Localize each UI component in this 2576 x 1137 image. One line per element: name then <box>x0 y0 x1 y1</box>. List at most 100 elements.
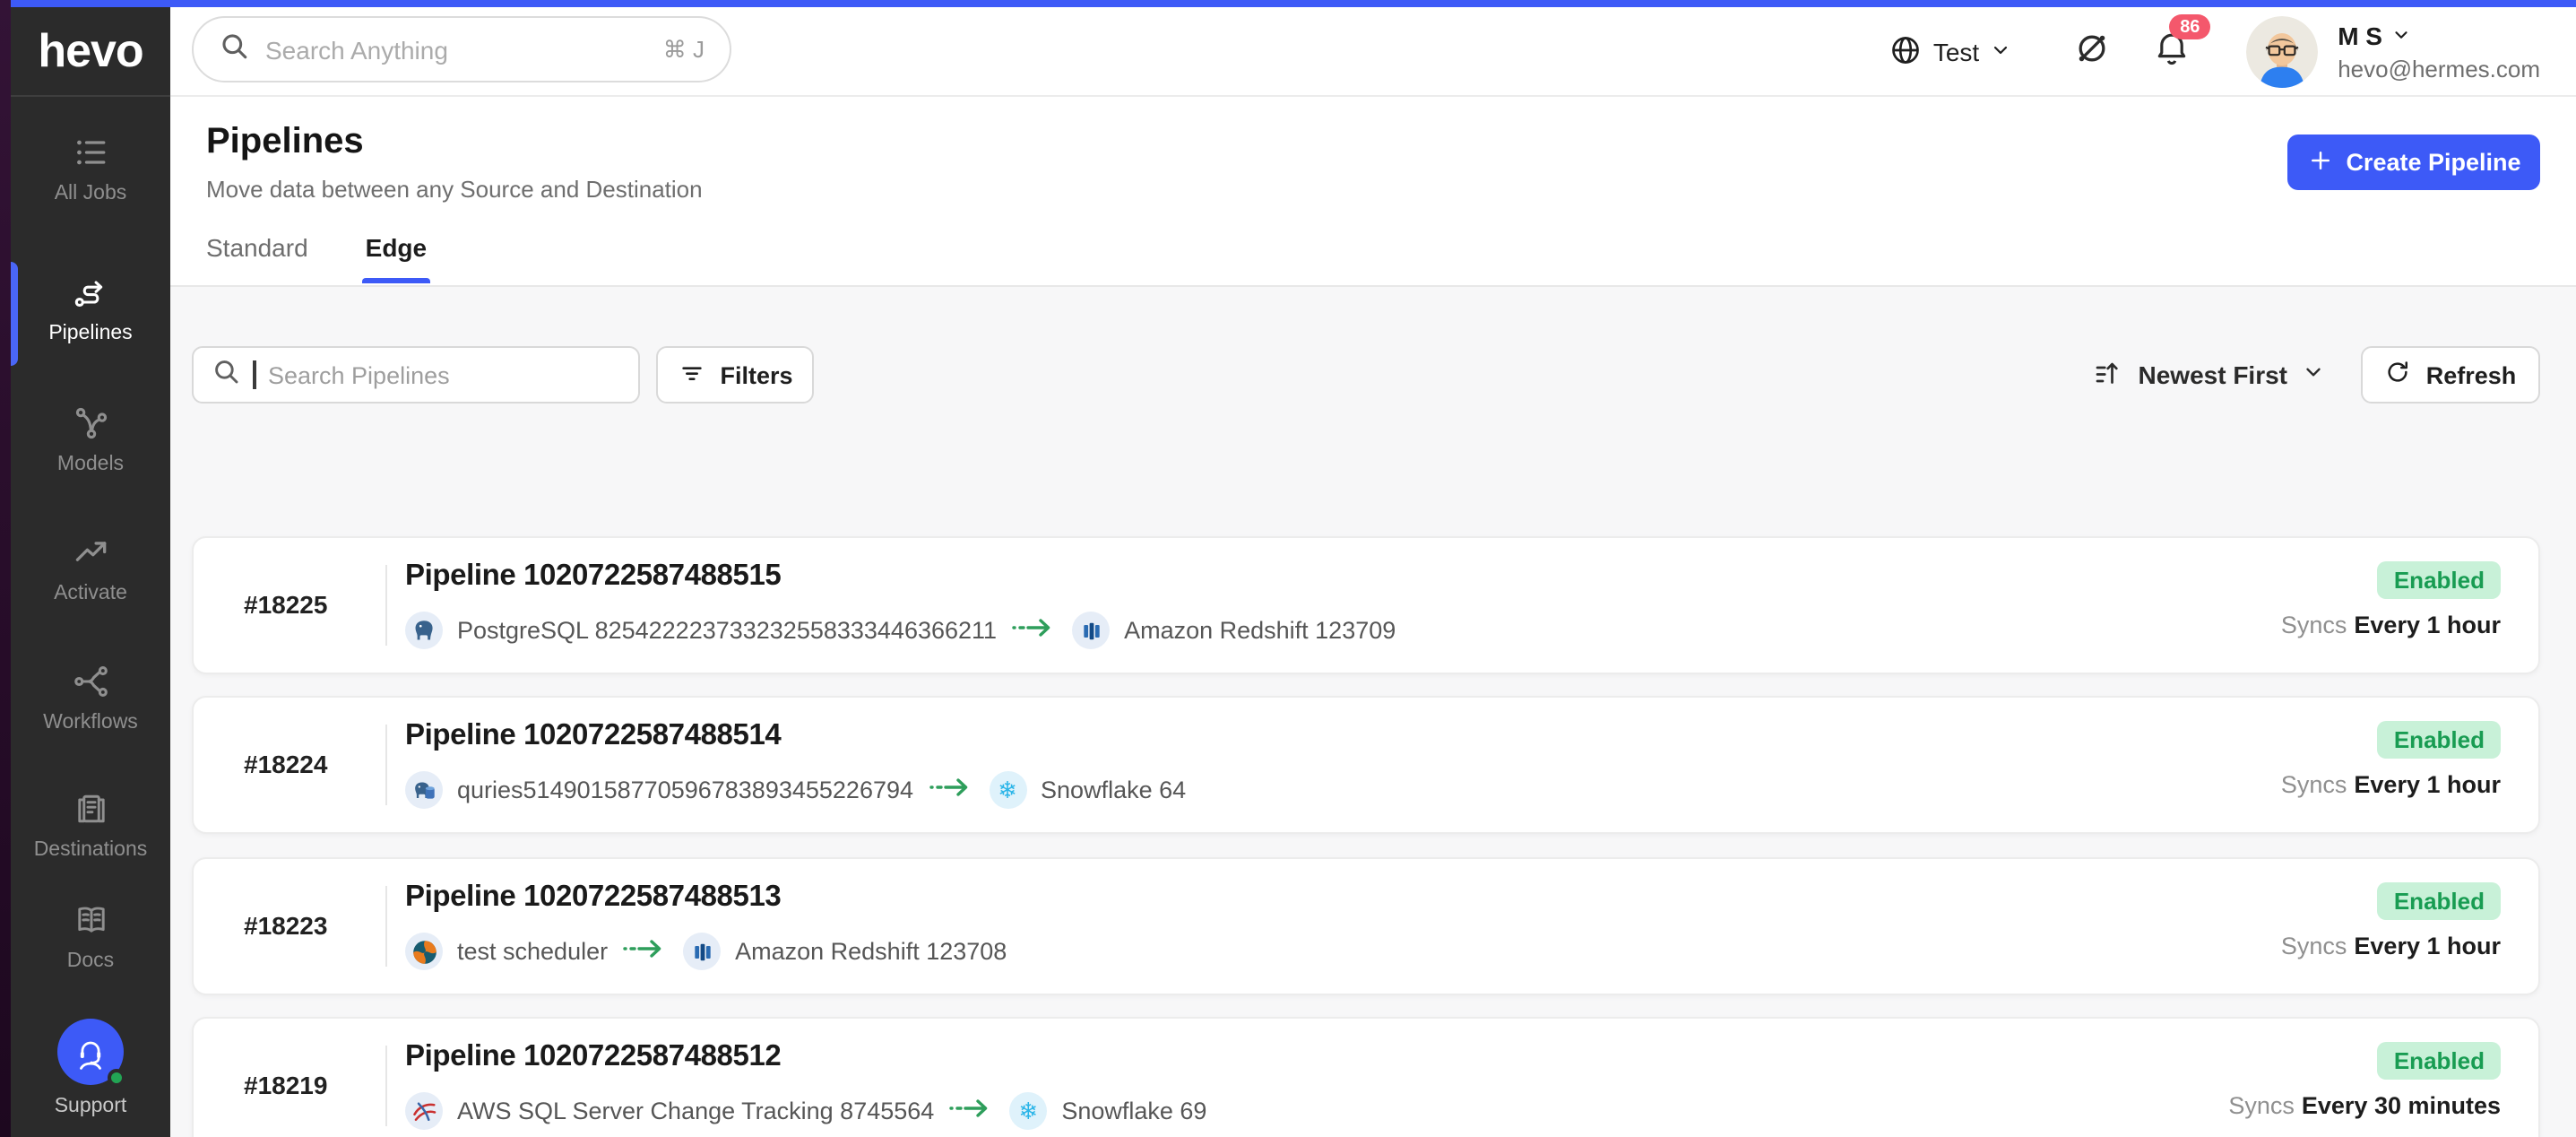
sidebar-item-label: Destinations <box>34 839 148 861</box>
pipeline-type-tabs: Standard Edge <box>206 233 427 283</box>
hevo-logo-text: hevo <box>38 23 143 79</box>
sync-frequency: SyncsEvery 30 minutes <box>2228 1092 2501 1119</box>
sidebar-item-all-jobs[interactable]: All Jobs <box>11 133 170 204</box>
tab-edge[interactable]: Edge <box>366 233 427 283</box>
tab-standard[interactable]: Standard <box>206 233 308 283</box>
sort-label: Newest First <box>2139 360 2288 389</box>
pipeline-name: Pipeline 1020722587488515 <box>405 560 781 594</box>
sidebar-item-label: Pipelines <box>48 323 132 344</box>
snowflake-icon: ❄ <box>1009 1092 1047 1130</box>
pipeline-name: Pipeline 1020722587488512 <box>405 1040 781 1074</box>
pipeline-search[interactable] <box>192 346 640 404</box>
sidebar-item-label: Support <box>55 1096 127 1117</box>
planet-icon <box>2072 28 2112 76</box>
hevo-logo[interactable]: hevo <box>11 7 170 97</box>
support-headset-icon <box>57 1019 124 1085</box>
source-name: AWS SQL Server Change Tracking 8745564 <box>457 1098 934 1124</box>
user-email: hevo@hermes.com <box>2338 56 2540 82</box>
pipeline-flow: PostgreSQL 82542222373323255833344636621… <box>405 612 1396 649</box>
pipeline-flow: test scheduler Amazon Redshift 123708 <box>405 933 1007 970</box>
sidebar: hevo All Jobs Pipelines Models Act <box>11 7 170 1137</box>
amazon-redshift-icon <box>683 933 721 970</box>
user-menu[interactable]: M S <box>2338 22 2540 50</box>
filters-label: Filters <box>720 361 792 388</box>
sync-frequency: SyncsEvery 1 hour <box>2281 933 2501 959</box>
plus-icon <box>2306 146 2333 178</box>
sidebar-item-pipelines[interactable]: Pipelines <box>11 273 170 344</box>
sidebar-item-label: Workflows <box>43 712 138 733</box>
filters-button[interactable]: Filters <box>656 346 814 404</box>
pipeline-row[interactable]: #18219 Pipeline 1020722587488512 AWS SQL… <box>192 1017 2540 1137</box>
sidebar-item-label: Models <box>57 454 124 475</box>
pipeline-seq: #18224 <box>244 750 327 778</box>
global-search-input[interactable] <box>265 35 647 64</box>
sidebar-item-activate[interactable]: Activate <box>11 533 170 604</box>
pipeline-name: Pipeline 1020722587488514 <box>405 719 781 753</box>
avatar[interactable] <box>2246 16 2318 88</box>
window-edge-strip <box>0 0 11 1137</box>
refresh-button[interactable]: Refresh <box>2361 346 2540 404</box>
page-loading-bar <box>11 0 2576 7</box>
hevo-app: hevo All Jobs Pipelines Models Act <box>0 0 2576 1137</box>
main-area: Pipelines Move data between any Source a… <box>170 97 2576 1137</box>
flow-arrow-icon <box>948 1095 995 1127</box>
refresh-icon <box>2385 359 2412 391</box>
divider <box>385 565 387 646</box>
status-badge: Enabled <box>2378 882 2501 920</box>
sql-server-icon <box>405 1092 443 1130</box>
search-icon <box>219 30 249 69</box>
status-badge: Enabled <box>2378 561 2501 599</box>
search-shortcut-hint: ⌘ J <box>663 35 705 64</box>
flow-arrow-icon <box>622 935 669 968</box>
sidebar-item-destinations[interactable]: Destinations <box>11 789 170 861</box>
pipeline-seq: #18219 <box>244 1071 327 1099</box>
models-icon <box>71 404 110 443</box>
pipeline-name: Pipeline 1020722587488513 <box>405 881 781 915</box>
activate-icon <box>71 533 110 572</box>
whats-new-button[interactable] <box>2072 28 2112 76</box>
docs-icon <box>71 900 110 940</box>
destination-name: Amazon Redshift 123709 <box>1124 617 1396 644</box>
pipeline-row[interactable]: #18224 Pipeline 1020722587488514 quries5… <box>192 696 2540 834</box>
page-title: Pipelines <box>206 122 364 163</box>
pipeline-search-input[interactable] <box>268 361 620 388</box>
sidebar-item-label: Activate <box>54 583 127 604</box>
pipeline-seq: #18225 <box>244 590 327 619</box>
user-name: M S <box>2338 22 2382 50</box>
pipeline-seq: #18223 <box>244 911 327 940</box>
refresh-label: Refresh <box>2426 361 2517 388</box>
sort-ascending-icon <box>2092 356 2124 394</box>
topbar: ⌘ J Test 86 <box>170 7 2576 97</box>
source-name: PostgreSQL 82542222373323255833344636621… <box>457 617 997 644</box>
sidebar-item-support[interactable]: Support <box>11 1019 170 1117</box>
workflows-icon <box>71 662 110 701</box>
notification-count-badge: 86 <box>2169 14 2210 39</box>
pipeline-list-area: Filters Newest First Refresh #18225 <box>170 287 2576 1137</box>
global-search[interactable]: ⌘ J <box>192 16 731 82</box>
postgresql-db-icon <box>405 771 443 809</box>
source-name: quries51490158770596783893455226794 <box>457 777 913 803</box>
sidebar-item-docs[interactable]: Docs <box>11 900 170 972</box>
destinations-icon <box>71 789 110 829</box>
filter-icon <box>677 358 705 392</box>
snowflake-icon: ❄ <box>989 771 1026 809</box>
pipeline-row[interactable]: #18225 Pipeline 1020722587488515 Postgre… <box>192 536 2540 674</box>
sidebar-item-models[interactable]: Models <box>11 404 170 475</box>
sync-frequency: SyncsEvery 1 hour <box>2281 612 2501 638</box>
destination-name: Snowflake 64 <box>1041 777 1186 803</box>
pipelines-icon <box>71 273 110 312</box>
postgresql-icon <box>405 612 443 649</box>
chevron-down-icon <box>2391 22 2411 50</box>
sidebar-item-label: All Jobs <box>55 183 127 204</box>
environment-switcher[interactable]: Test <box>1890 33 2011 71</box>
create-pipeline-button[interactable]: Create Pipeline <box>2287 135 2540 190</box>
scheduler-icon <box>405 933 443 970</box>
support-online-dot <box>108 1069 125 1087</box>
divider <box>385 1046 387 1126</box>
notifications-button[interactable]: 86 <box>2153 29 2191 75</box>
amazon-redshift-icon <box>1072 612 1110 649</box>
sort-dropdown[interactable]: Newest First <box>2092 346 2326 404</box>
sidebar-item-workflows[interactable]: Workflows <box>11 662 170 733</box>
divider <box>385 725 387 805</box>
pipeline-row[interactable]: #18223 Pipeline 1020722587488513 test sc… <box>192 857 2540 995</box>
